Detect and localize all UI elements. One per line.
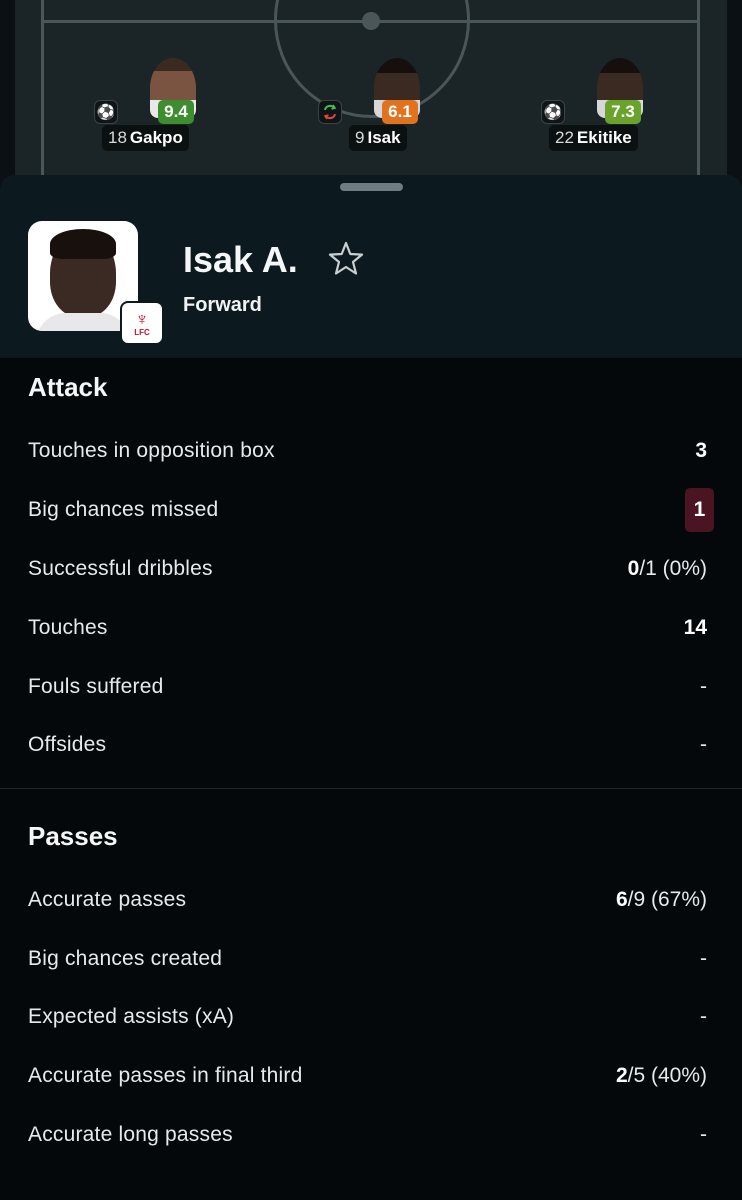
player-label: 18 Gakpo	[102, 125, 189, 151]
stat-value-detail: -	[700, 675, 707, 698]
stat-value: 0/1 (0%)	[628, 557, 707, 581]
stat-value-main: 3	[695, 439, 707, 462]
stat-row: Touches 14	[0, 599, 742, 657]
stat-row: Accurate long passes -	[0, 1106, 742, 1164]
stat-value-main: 2	[615, 1064, 628, 1087]
avatar-hair	[50, 229, 116, 259]
stat-value: 6/9 (67%)	[616, 888, 707, 912]
lineup-pitch-area: ⚽ 9.4 18 Gakpo 6.1 9 Isak ⚽ 7.3 22 Ekiti…	[0, 0, 742, 190]
football-icon: ⚽	[541, 100, 565, 124]
stat-row: Touches in opposition box 3	[0, 422, 742, 480]
stat-value: 14	[684, 616, 707, 640]
stat-value-main: 6	[615, 888, 628, 911]
football-icon: ⚽	[94, 100, 118, 124]
substitution-icon	[318, 100, 342, 124]
section-divider	[0, 788, 742, 789]
player-rating: 6.1	[382, 100, 418, 124]
stat-label: Offsides	[28, 733, 107, 756]
stat-value-detail: /1 (0%)	[639, 557, 707, 580]
player-rating: 7.3	[605, 100, 641, 124]
stat-value: -	[700, 675, 707, 699]
player-label: 22 Ekitike	[549, 125, 638, 151]
stat-label: Touches	[28, 616, 108, 639]
stat-value-detail: -	[700, 733, 707, 756]
pitch: ⚽ 9.4 18 Gakpo 6.1 9 Isak ⚽ 7.3 22 Ekiti…	[15, 0, 727, 190]
lineup-player-ekitike[interactable]: ⚽ 7.3 22 Ekitike	[541, 58, 697, 158]
player-number: 22	[555, 128, 574, 147]
stat-value-detail: -	[700, 947, 707, 970]
stat-label: Big chances missed	[28, 498, 219, 521]
stat-value: -	[700, 947, 707, 971]
section-title-passes: Passes	[28, 821, 118, 851]
stat-row: Accurate passes 6/9 (67%)	[0, 871, 742, 929]
stat-label: Touches in opposition box	[28, 439, 275, 462]
player-label: 9 Isak	[349, 125, 407, 151]
player-stats-sheet: ♆ LFC Isak A. Forward Attack Touches in …	[0, 175, 742, 1200]
stat-row: Fouls suffered -	[0, 658, 742, 716]
stat-value: 3	[695, 439, 707, 463]
stat-value-main: 0	[627, 557, 640, 580]
player-number: 18	[108, 128, 127, 147]
favorite-star-icon[interactable]	[326, 239, 366, 279]
section-title-attack: Attack	[28, 372, 108, 402]
stat-label: Big chances created	[28, 947, 223, 970]
pitch-right-line	[697, 0, 700, 190]
player-position: Forward	[183, 294, 262, 316]
player-rating: 9.4	[158, 100, 194, 124]
club-badge-text: LFC	[134, 327, 150, 337]
stat-row: Accurate passes in final third 2/5 (40%)	[0, 1047, 742, 1105]
stat-value-detail: -	[700, 1005, 707, 1028]
stat-value-detail: -	[700, 1123, 707, 1146]
stat-value-detail: /9 (67%)	[627, 888, 707, 911]
pitch-center-spot	[362, 12, 380, 30]
avatar-shirt	[36, 313, 130, 331]
player-name: Isak A.	[183, 239, 298, 280]
stat-value-negative-badge: 1	[685, 488, 714, 532]
stat-label: Accurate passes in final third	[28, 1064, 303, 1087]
player-short-name: Ekitike	[576, 128, 632, 147]
stat-label: Accurate passes	[28, 888, 187, 911]
liverbird-icon: ♆	[135, 308, 149, 329]
stat-value: -	[700, 733, 707, 757]
stat-row: Big chances created -	[0, 930, 742, 988]
stat-row: Expected assists (xA) -	[0, 988, 742, 1046]
lineup-player-gakpo[interactable]: ⚽ 9.4 18 Gakpo	[94, 58, 250, 158]
stat-value: -	[700, 1005, 707, 1029]
club-badge: ♆ LFC	[120, 301, 164, 345]
stat-label: Expected assists (xA)	[28, 1005, 235, 1028]
stat-label: Successful dribbles	[28, 557, 213, 580]
player-short-name: Gakpo	[129, 128, 183, 147]
lineup-player-isak[interactable]: 6.1 9 Isak	[318, 58, 474, 158]
stat-row: Offsides -	[0, 716, 742, 774]
player-header: ♆ LFC Isak A. Forward	[0, 175, 742, 358]
player-short-name: Isak	[367, 128, 401, 147]
stat-value-detail: /5 (40%)	[627, 1064, 707, 1087]
stat-value: -	[700, 1123, 707, 1147]
stat-row: Successful dribbles 0/1 (0%)	[0, 540, 742, 598]
sheet-drag-handle[interactable]	[340, 183, 403, 191]
stat-row: Big chances missed 1	[0, 481, 742, 539]
stat-label: Fouls suffered	[28, 675, 164, 698]
stat-value: 2/5 (40%)	[616, 1064, 707, 1088]
stat-value-main: 14	[683, 616, 707, 639]
pitch-left-line	[41, 0, 44, 190]
stat-label: Accurate long passes	[28, 1123, 233, 1146]
player-number: 9	[355, 128, 365, 147]
